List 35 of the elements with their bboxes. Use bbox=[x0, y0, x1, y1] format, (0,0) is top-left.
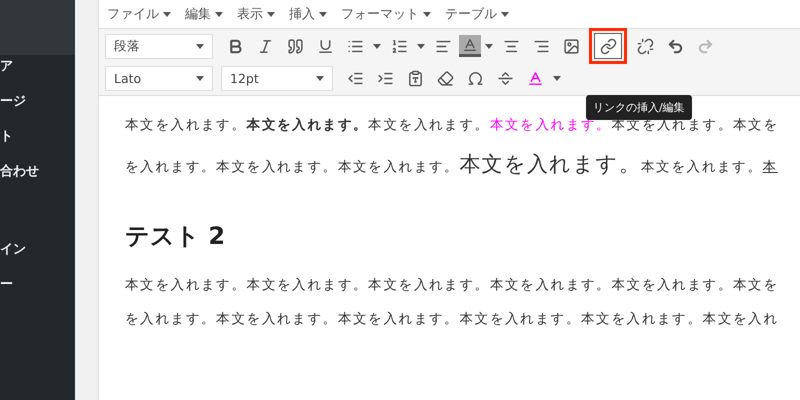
menu-item[interactable]: 挿入 bbox=[289, 5, 327, 23]
caret-icon bbox=[267, 12, 275, 16]
caret-icon bbox=[553, 76, 561, 80]
font-size-select[interactable]: 12pt bbox=[221, 66, 333, 90]
menu-item[interactable]: 表示 bbox=[237, 5, 275, 23]
link-icon[interactable] bbox=[594, 33, 622, 59]
caret-icon bbox=[373, 44, 381, 48]
sidebar-item[interactable]: ー bbox=[0, 277, 75, 312]
format-select[interactable]: 段落 bbox=[105, 34, 213, 58]
font-select[interactable]: Lato bbox=[105, 66, 213, 90]
sidebar-item[interactable]: ージ bbox=[0, 94, 75, 129]
sidebar-item[interactable]: ト bbox=[0, 129, 75, 164]
highlight-color-icon[interactable] bbox=[459, 35, 481, 57]
paragraph-line: を入れます。本文を入れます。本文を入れます。本文を入れます。本文を入れます。本文を入れ bbox=[125, 310, 780, 329]
caret-icon bbox=[196, 76, 204, 80]
menu-item[interactable]: フォーマット bbox=[341, 5, 431, 23]
menu-item[interactable]: 編集 bbox=[185, 5, 223, 23]
sidebar-item[interactable]: ア bbox=[0, 59, 75, 94]
paragraph-line: 本文を入れます。本文を入れます。本文を入れます。本文を入れます。本文を入れます。本文を bbox=[125, 276, 780, 295]
caret-icon bbox=[319, 12, 327, 16]
caret-icon bbox=[423, 12, 431, 16]
sidebar-item[interactable]: 合わせ bbox=[0, 164, 75, 242]
menu-item[interactable]: テーブル bbox=[445, 5, 509, 23]
caret-icon bbox=[163, 12, 171, 16]
caret-icon bbox=[215, 12, 223, 16]
sidebar-item[interactable]: イン bbox=[0, 242, 75, 277]
content-heading: テスト 2 bbox=[125, 221, 226, 252]
caret-icon bbox=[196, 44, 204, 48]
caret-icon bbox=[316, 76, 324, 80]
tooltip: リンクの挿入/編集 bbox=[586, 95, 692, 120]
menu-item[interactable]: ファイル bbox=[107, 5, 171, 23]
caret-icon bbox=[485, 44, 493, 48]
caret-icon bbox=[417, 44, 425, 48]
paragraph-line: を入れます。本文を入れます。本文を入れます。本文を入れます。本文を入れます。本 bbox=[125, 151, 779, 178]
caret-icon bbox=[501, 12, 509, 16]
